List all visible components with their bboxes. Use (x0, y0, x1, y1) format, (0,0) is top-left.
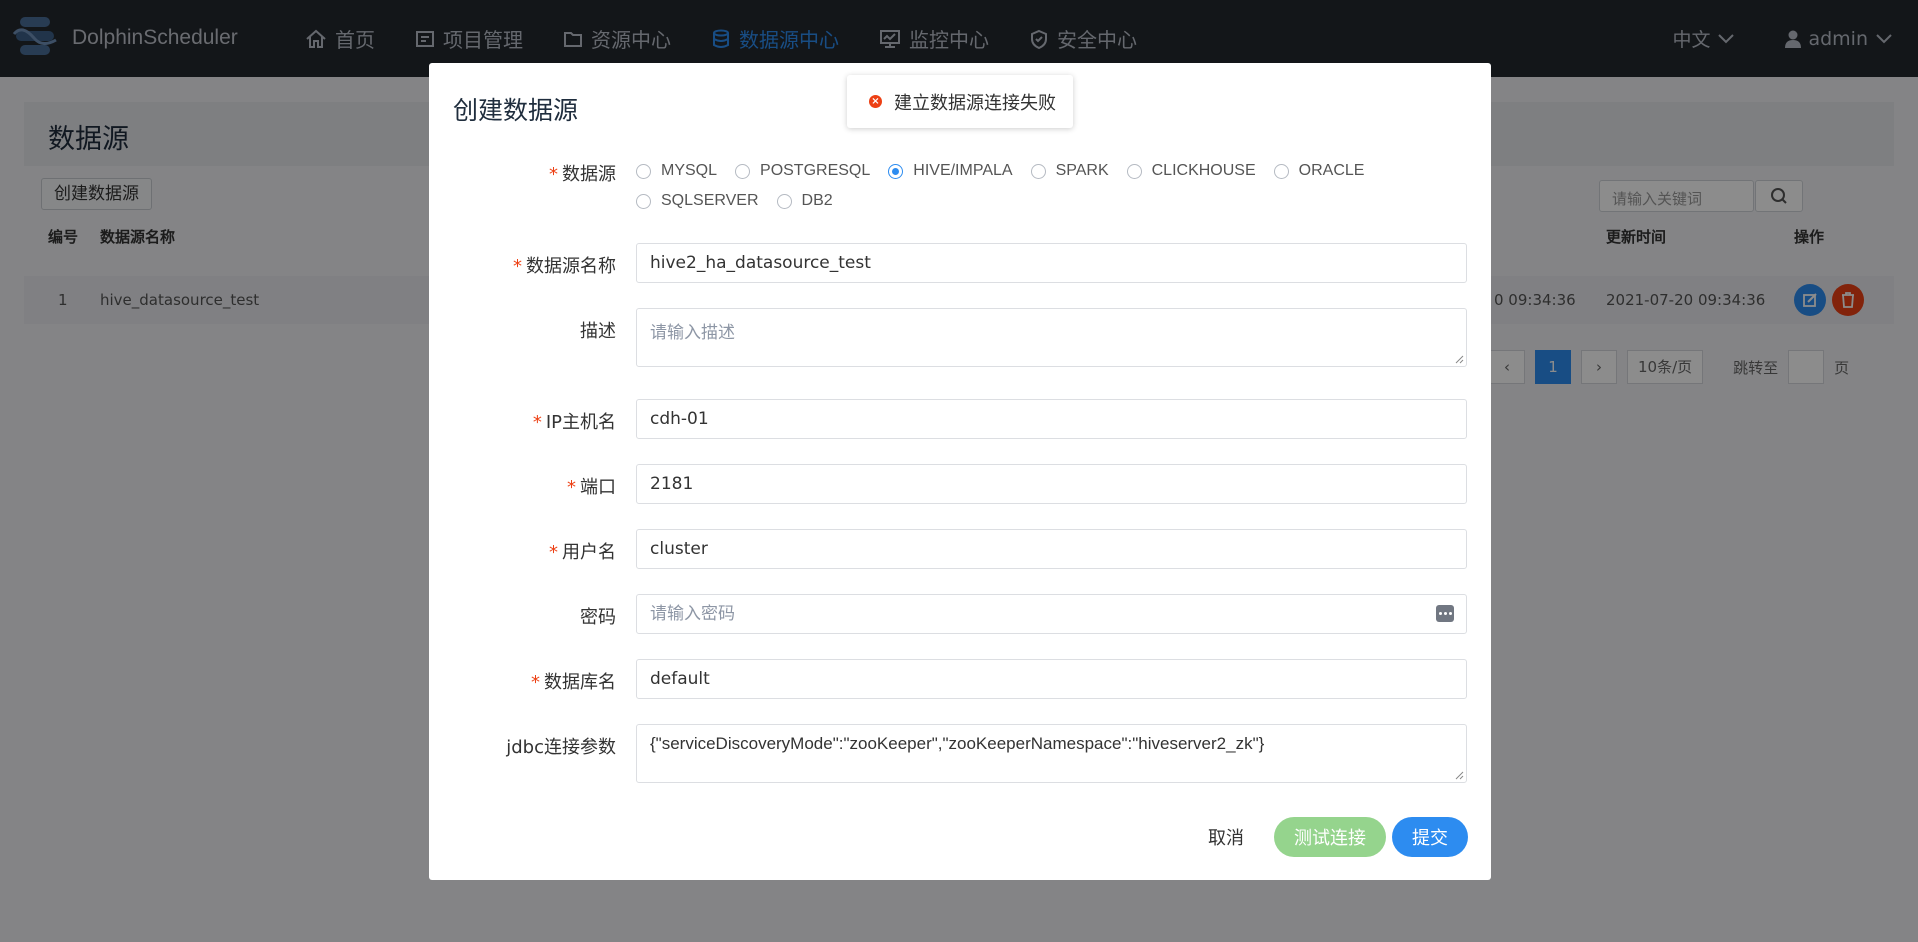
datasource-type-radios: MYSQL POSTGRESQL HIVE/IMPALA SPARK CLICKHOUS… (636, 156, 1476, 216)
datasource-type-radio[interactable]: SPARK (1030, 156, 1109, 186)
create-datasource-modal: 创建数据源 * 数据源 MYSQL POSTGRESQL HIVE/IMPALA SPA… (429, 63, 1491, 880)
password-placeholder: 请输入密码 (650, 604, 735, 624)
database-label: * 数据库名 (531, 672, 616, 693)
radio-circle-icon (636, 163, 651, 179)
host-label: * IP主机名 (532, 412, 616, 433)
username-input[interactable]: cluster (636, 529, 1467, 569)
name-label: * 数据源名称 (513, 256, 616, 277)
radio-circle-icon (735, 163, 751, 179)
radio-circle-icon (1030, 163, 1046, 179)
desc-label: 描述 (580, 321, 616, 342)
error-icon: × (869, 95, 882, 108)
datasource-type-radio[interactable]: SQLSERVER (636, 186, 759, 216)
password-toggle-icon[interactable] (1436, 605, 1454, 622)
host-input[interactable]: cdh-01 (636, 399, 1467, 439)
datasource-type-radio[interactable]: CLICKHOUSE (1126, 156, 1256, 186)
resize-handle-icon[interactable] (1454, 770, 1464, 780)
radio-circle-icon (636, 193, 651, 209)
radio-circle-icon (1126, 163, 1142, 179)
datasource-type-label: HIVE/IMPALA (913, 162, 1013, 179)
database-input[interactable]: default (636, 659, 1467, 699)
datasource-type-label: MYSQL (661, 162, 718, 179)
description-placeholder: 请输入描述 (650, 323, 735, 343)
datasource-type-label: CLICKHOUSE (1151, 162, 1256, 179)
error-toast: × 建立数据源连接失败 (847, 75, 1073, 128)
datasource-type-label: DB2 (801, 192, 833, 209)
radio-circle-icon (1273, 163, 1289, 179)
datasource-type-label: SQLSERVER (661, 192, 759, 209)
test-connection-button[interactable]: 测试连接 (1274, 817, 1386, 857)
datasource-type-radio[interactable]: DB2 (776, 186, 833, 216)
modal-title: 创建数据源 (453, 96, 579, 125)
user-label: * 用户名 (549, 542, 616, 563)
toast-message: 建立数据源连接失败 (894, 92, 1056, 114)
cancel-button[interactable]: 取消 (1208, 824, 1244, 850)
datasource-type-label: POSTGRESQL (760, 162, 871, 179)
port-label: * 端口 (567, 477, 616, 498)
datasource-type-radio[interactable]: POSTGRESQL (735, 156, 870, 186)
datasource-type-label: * 数据源 (549, 164, 616, 185)
datasource-name-input[interactable]: hive2_ha_datasource_test (636, 243, 1467, 283)
radio-circle-icon (776, 193, 792, 209)
radio-circle-icon (888, 163, 904, 179)
password-label: 密码 (580, 607, 616, 628)
modal-footer: 取消 测试连接 提交 (1208, 817, 1468, 857)
resize-handle-icon[interactable] (1454, 354, 1464, 364)
datasource-type-radio[interactable]: ORACLE (1273, 156, 1365, 186)
jdbc-label: jdbc连接参数 (506, 737, 616, 758)
datasource-type-label: SPARK (1055, 162, 1109, 179)
submit-button[interactable]: 提交 (1392, 817, 1468, 857)
description-textarea[interactable]: 请输入描述 (636, 308, 1467, 367)
datasource-type-radio[interactable]: MYSQL (636, 156, 717, 186)
datasource-type-label: ORACLE (1298, 162, 1365, 179)
datasource-type-radio[interactable]: HIVE/IMPALA (888, 156, 1013, 186)
jdbc-params-textarea[interactable]: {"serviceDiscoveryMode":"zooKeeper","zoo… (636, 724, 1467, 783)
jdbc-params-value: {"serviceDiscoveryMode":"zooKeeper","zoo… (650, 734, 1265, 753)
password-input[interactable]: 请输入密码 (636, 594, 1467, 634)
port-input[interactable]: 2181 (636, 464, 1467, 504)
